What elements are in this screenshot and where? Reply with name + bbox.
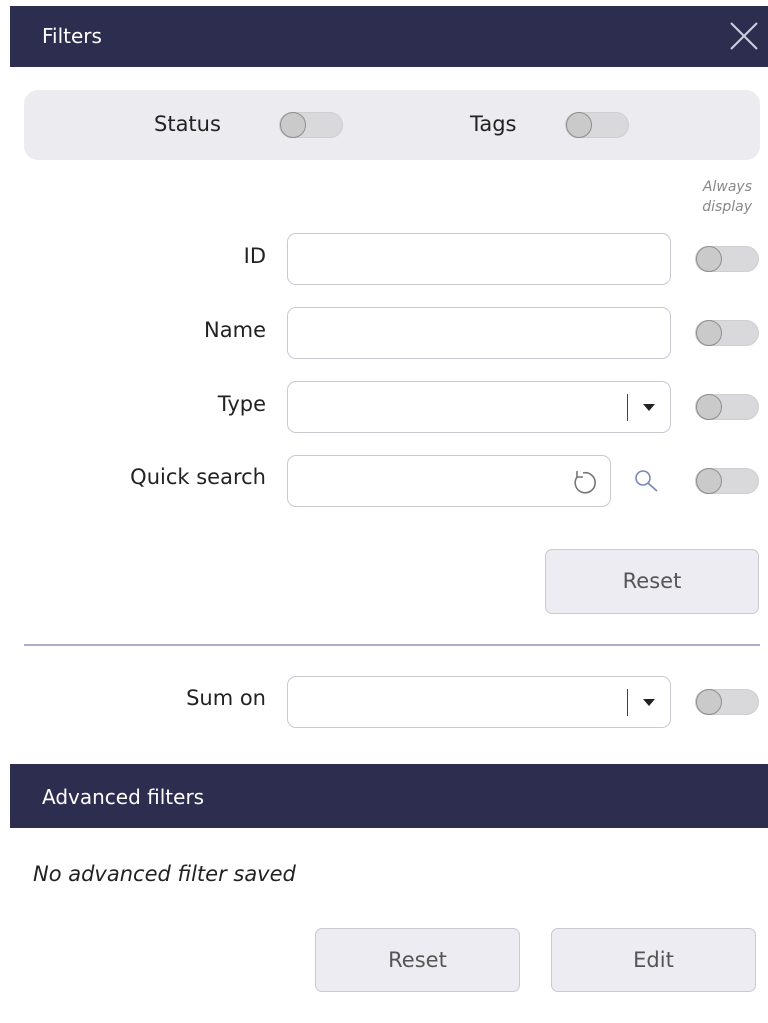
refresh-icon[interactable] [568, 468, 598, 498]
quick-search-input[interactable] [287, 455, 611, 507]
sum-on-select[interactable] [287, 676, 671, 728]
always-display-line1: Always [702, 179, 752, 195]
chevron-down-icon[interactable] [643, 404, 655, 411]
name-label: Name [204, 318, 266, 342]
sum-on-label: Sum on [186, 686, 266, 710]
id-input[interactable] [287, 233, 671, 285]
advanced-filters-title: Advanced filters [42, 785, 205, 809]
type-label: Type [217, 392, 266, 416]
dropdown-separator [627, 689, 628, 716]
advanced-filters-header: Advanced filters [10, 764, 768, 828]
name-always-display-toggle[interactable] [695, 320, 759, 346]
chevron-down-icon[interactable] [643, 699, 655, 706]
quick-search-label: Quick search [130, 465, 266, 489]
tags-label: Tags [470, 112, 517, 136]
close-icon[interactable] [728, 20, 760, 52]
status-toggle-knob [280, 112, 306, 138]
filters-header: Filters [10, 6, 768, 67]
quick-search-always-display-toggle[interactable] [695, 468, 759, 494]
toggle-knob [696, 468, 722, 494]
tags-toggle-knob [566, 112, 592, 138]
quick-toggles-bar: Status Tags [24, 90, 760, 160]
type-select[interactable] [287, 381, 671, 433]
id-label: ID [243, 244, 266, 268]
advanced-edit-button[interactable]: Edit [551, 928, 756, 992]
divider [24, 644, 760, 646]
toggle-knob [696, 394, 722, 420]
advanced-reset-button[interactable]: Reset [315, 928, 520, 992]
status-toggle[interactable] [279, 112, 343, 138]
toggle-knob [696, 689, 722, 715]
dropdown-separator [627, 394, 628, 421]
toggle-knob [696, 320, 722, 346]
filters-title: Filters [42, 24, 102, 48]
reset-filters-button[interactable]: Reset [545, 549, 759, 614]
id-always-display-toggle[interactable] [695, 246, 759, 272]
tags-toggle[interactable] [565, 112, 629, 138]
always-display-line2: display [702, 199, 752, 215]
type-always-display-toggle[interactable] [695, 394, 759, 420]
search-icon[interactable] [632, 467, 662, 497]
name-input[interactable] [287, 307, 671, 359]
status-label: Status [154, 112, 221, 136]
always-display-caption: Always display [702, 177, 752, 217]
sum-on-always-display-toggle[interactable] [695, 689, 759, 715]
no-advanced-filter-text: No advanced filter saved [33, 862, 296, 886]
toggle-knob [696, 246, 722, 272]
